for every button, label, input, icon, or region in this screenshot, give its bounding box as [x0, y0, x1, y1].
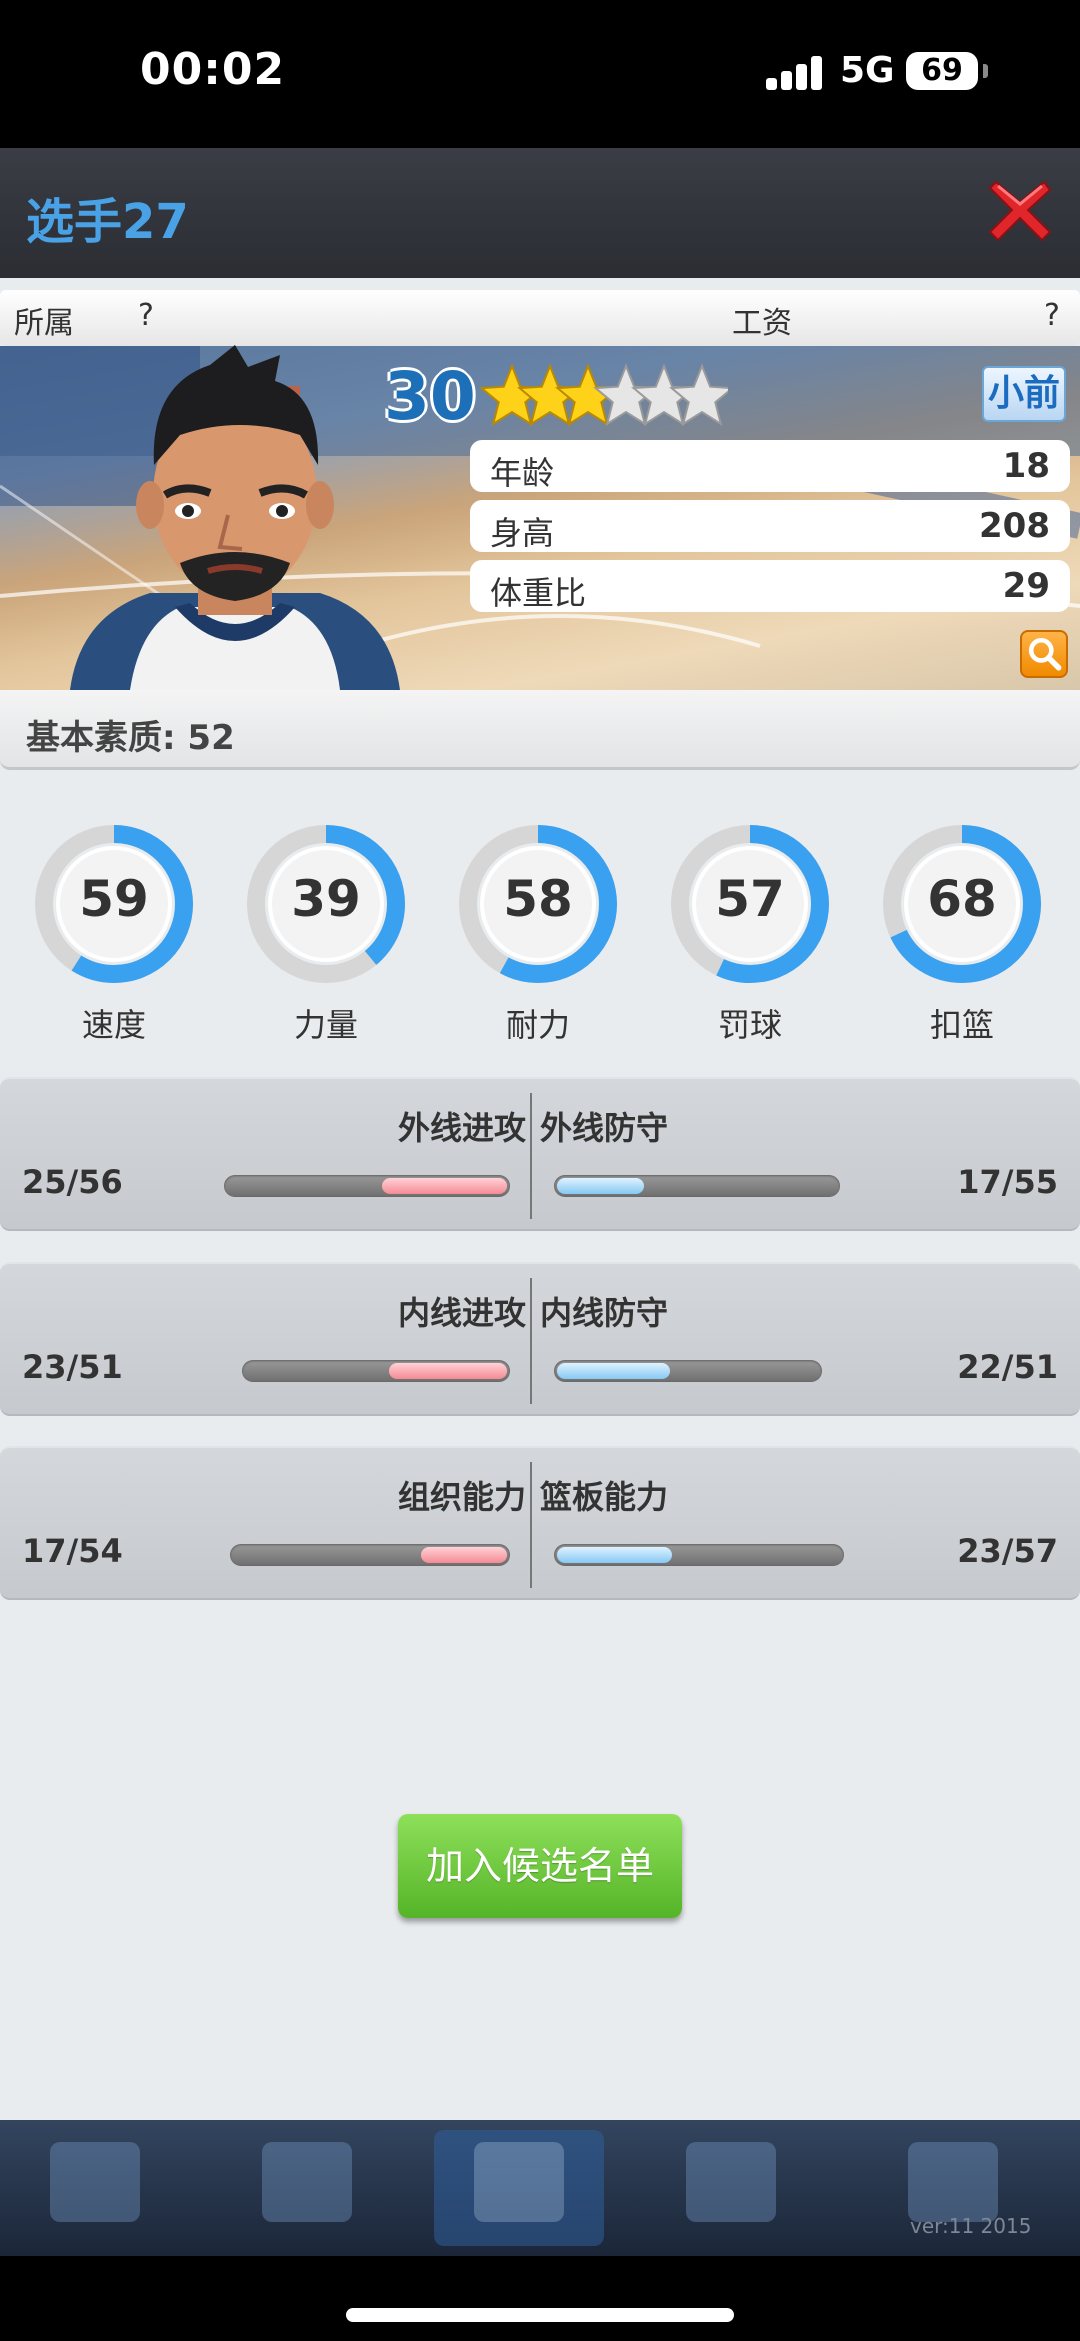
- skill-row-outside: 外线进攻 外线防守 25/56 17/55: [0, 1077, 1080, 1231]
- skill-right-value: 23/57: [957, 1532, 1058, 1570]
- nav-item-tactics[interactable]: [646, 2130, 816, 2246]
- skill-left-bar: [230, 1544, 510, 1566]
- players-icon: [474, 2142, 564, 2222]
- team-value: ?: [138, 298, 154, 333]
- skill-left-value: 17/54: [22, 1532, 123, 1570]
- skill-right-name: 外线防守: [540, 1109, 669, 1147]
- ball-icon: [686, 2142, 776, 2222]
- attribute-value: 18: [1002, 446, 1050, 486]
- skill-divider: [530, 1093, 532, 1219]
- attribute-row: 身高 208: [470, 500, 1070, 552]
- gauge-label: 力量: [293, 1006, 358, 1044]
- skill-left-bar: [242, 1360, 510, 1382]
- star-icon: [50, 2142, 140, 2222]
- skill-row-inside: 内线进攻 内线防守 23/51 22/51: [0, 1262, 1080, 1416]
- skill-left-name: 内线进攻: [397, 1294, 526, 1332]
- skill-right-value: 17/55: [957, 1163, 1058, 1201]
- gauge-value: 58: [503, 870, 573, 928]
- gauge-label: 速度: [81, 1006, 146, 1044]
- attribute-label: 年龄: [490, 454, 555, 492]
- skill-right-bar: [554, 1544, 844, 1566]
- page-title: 选手27: [26, 194, 189, 250]
- skill-left-bar: [224, 1175, 510, 1197]
- basic-quality: 基本素质: 52: [0, 690, 1080, 770]
- skill-left-fill: [388, 1363, 507, 1379]
- attribute-row: 体重比 29: [470, 560, 1070, 612]
- salary-value: ?: [1044, 298, 1060, 333]
- status-bar: 00:02 5G 69: [0, 0, 1080, 148]
- skill-right-fill: [557, 1363, 671, 1379]
- gauge-label: 耐力: [505, 1006, 570, 1044]
- gauge-strength: 39: [246, 818, 406, 990]
- attribute-value: 208: [979, 506, 1050, 546]
- skill-left-value: 23/51: [22, 1348, 123, 1386]
- signal-icon: [766, 56, 824, 90]
- skill-left-fill: [382, 1178, 507, 1194]
- skill-row-playmaking: 组织能力 篮板能力 17/54 23/57: [0, 1446, 1080, 1600]
- home-indicator[interactable]: [346, 2308, 734, 2322]
- skill-right-name: 篮板能力: [540, 1478, 669, 1516]
- attribute-label: 体重比: [490, 574, 587, 612]
- skill-left-value: 25/56: [22, 1163, 123, 1201]
- gauge-stamina: 58: [458, 818, 618, 990]
- gauge-label: 罚球: [717, 1006, 782, 1044]
- attribute-value: 29: [1002, 566, 1050, 606]
- skill-left-name: 外线进攻: [397, 1109, 526, 1147]
- attribute-label: 身高: [490, 514, 555, 552]
- chevron-up-icon: [908, 2142, 998, 2222]
- gauge-value: 57: [715, 870, 785, 928]
- info-row: 所属 ? 工资 ?: [0, 290, 1080, 346]
- gauge-value: 39: [291, 870, 361, 928]
- skill-right-name: 内线防守: [540, 1294, 669, 1332]
- skill-right-fill: [557, 1178, 644, 1194]
- team-label: 所属: [14, 306, 74, 341]
- gauge-dunk: 68: [882, 818, 1042, 990]
- version-label: ver:11 2015: [910, 2214, 1032, 2238]
- skill-right-bar: [554, 1175, 840, 1197]
- status-time: 00:02: [140, 44, 286, 95]
- star-rating: [479, 363, 728, 427]
- gauge-value: 68: [927, 870, 997, 928]
- nav-item-players[interactable]: [434, 2130, 604, 2246]
- skill-left-name: 组织能力: [397, 1478, 526, 1516]
- yen-icon: [262, 2142, 352, 2222]
- gauge-label: 扣篮: [929, 1006, 994, 1044]
- battery-icon: 69: [906, 52, 988, 90]
- add-to-shortlist-button[interactable]: 加入候选名单: [398, 1814, 682, 1918]
- skill-right-value: 22/51: [957, 1348, 1058, 1386]
- salary-label: 工资: [732, 306, 792, 341]
- attribute-row: 年龄 18: [470, 440, 1070, 492]
- player-avatar: [70, 345, 400, 690]
- player-level: 30: [384, 358, 476, 435]
- close-icon[interactable]: [986, 176, 1054, 244]
- nav-item-finance[interactable]: [222, 2130, 392, 2246]
- skill-left-fill: [420, 1547, 507, 1563]
- home-bar-area: [0, 2256, 1080, 2341]
- skill-divider: [530, 1462, 532, 1588]
- search-icon[interactable]: [1020, 630, 1068, 678]
- gauge-value: 59: [79, 870, 149, 928]
- title-bar: 选手27: [0, 148, 1080, 278]
- nav-item-home[interactable]: [10, 2130, 180, 2246]
- skill-right-fill: [557, 1547, 672, 1563]
- skill-divider: [530, 1278, 532, 1404]
- network-type: 5G: [840, 50, 895, 91]
- skill-right-bar: [554, 1360, 822, 1382]
- position-badge: 小前: [982, 366, 1066, 422]
- gauge-speed: 59: [34, 818, 194, 990]
- gauge-free-throw: 57: [670, 818, 830, 990]
